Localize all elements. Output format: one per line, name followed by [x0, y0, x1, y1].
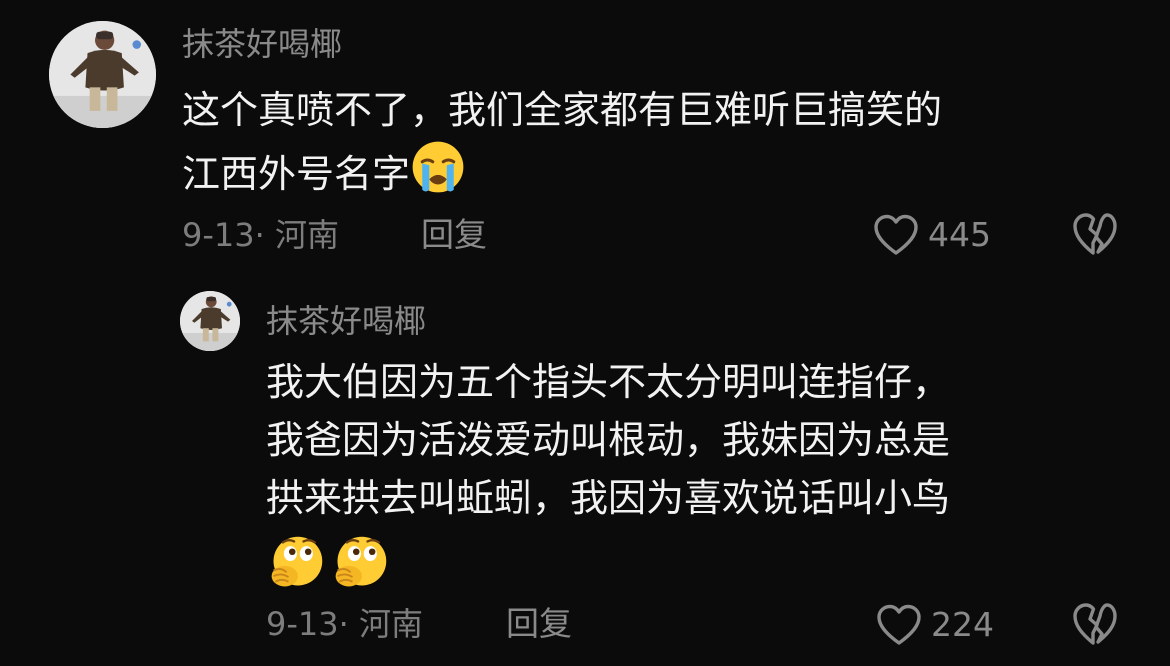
reply-button[interactable]: 回复: [421, 215, 487, 255]
broken-heart-icon: [1073, 603, 1117, 645]
dislike-button[interactable]: [1071, 211, 1119, 257]
loudly-crying-face-emoji: [410, 139, 466, 195]
comment-date-location: 9-13· 河南: [266, 605, 423, 643]
like-button[interactable]: 445: [872, 213, 991, 257]
comment-username[interactable]: 抹茶好喝椰: [182, 24, 342, 64]
emoji-row: [266, 533, 950, 601]
face-with-hand-over-mouth-emoji: [330, 533, 390, 593]
comment-line: 我爸因为活泼爱动叫根动，我妹因为总是: [266, 418, 951, 462]
comment-line: 拱来拱去叫蚯蚓，我因为喜欢说话叫小鸟: [266, 476, 951, 520]
like-count: 224: [931, 605, 994, 644]
comment-username[interactable]: 抹茶好喝椰: [266, 301, 426, 341]
broken-heart-icon: [1073, 213, 1117, 255]
heart-outline-icon: [877, 604, 921, 645]
comment-text: 这个真喷不了，我们全家都有巨难听巨搞笑的 江西外号名字: [182, 81, 942, 203]
comment-line: 江西外号名字: [182, 152, 411, 196]
comment-line: 我大伯因为五个指头不太分明叫连指仔，: [266, 360, 951, 404]
comment-line: 这个真喷不了，我们全家都有巨难听巨搞笑的: [182, 88, 943, 132]
comment-line-with-emoji: 江西外号名字: [182, 139, 942, 203]
like-button[interactable]: 224: [875, 603, 994, 647]
user-avatar-photo: [49, 21, 156, 128]
like-count: 445: [928, 215, 991, 254]
dislike-button[interactable]: [1071, 601, 1119, 647]
comment-date-location: 9-13· 河南: [182, 216, 339, 254]
avatar[interactable]: [180, 291, 240, 351]
comment-text: 我大伯因为五个指头不太分明叫连指仔， 我爸因为活泼爱动叫根动，我妹因为总是 拱来…: [266, 353, 950, 601]
face-with-hand-over-mouth-emoji: [266, 533, 326, 593]
heart-outline-icon: [874, 214, 918, 255]
user-avatar-photo: [180, 291, 240, 351]
reply-button[interactable]: 回复: [506, 604, 572, 644]
avatar[interactable]: [49, 21, 156, 128]
